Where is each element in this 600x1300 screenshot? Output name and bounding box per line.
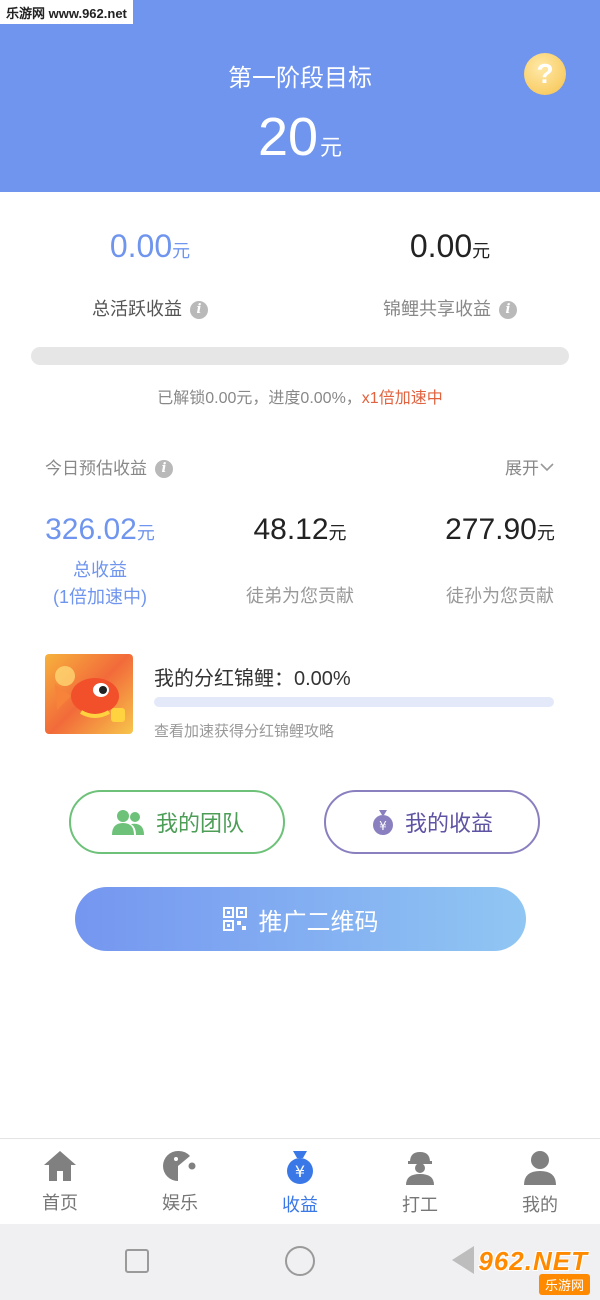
- total-earnings-label: 总收益: [73, 560, 127, 580]
- expand-label: 展开: [505, 459, 539, 478]
- active-earnings-label: 总活跃收益: [92, 299, 182, 319]
- tab-entertainment-label: 娱乐: [162, 1193, 198, 1213]
- today-estimate-label-row[interactable]: 今日预估收益 i: [45, 454, 173, 479]
- koi-fish-image[interactable]: [45, 654, 133, 734]
- money-bag-icon: ¥: [372, 810, 393, 835]
- tab-earnings[interactable]: ¥ 收益: [240, 1139, 360, 1224]
- grand-apprentice-earnings-amount: 277.90元: [400, 513, 600, 547]
- expand-toggle[interactable]: 展开: [505, 454, 555, 479]
- active-earnings-unit: 元: [172, 241, 191, 261]
- stage-goal-amount: 20元: [0, 106, 600, 168]
- total-earnings-value: 326.02: [45, 513, 137, 546]
- promote-qr-button[interactable]: 推广二维码: [75, 887, 526, 951]
- boost-multiplier-label: (1倍加速中): [53, 587, 147, 607]
- grand-apprentice-contribution-label: 徒孙为您贡献: [446, 586, 554, 606]
- today-estimate-label: 今日预估收益: [45, 459, 147, 478]
- total-earnings-unit: 元: [136, 523, 155, 543]
- my-earnings-button[interactable]: ¥ 我的收益: [324, 790, 540, 854]
- tab-entertainment[interactable]: 娱乐: [120, 1139, 240, 1224]
- apprentice-earnings-unit: 元: [328, 523, 347, 543]
- user-icon: [524, 1151, 556, 1185]
- home-button[interactable]: [285, 1246, 315, 1276]
- koi-fish-icon: [55, 666, 125, 722]
- my-team-label: 我的团队: [155, 811, 244, 836]
- my-team-button[interactable]: 我的团队: [69, 790, 285, 854]
- apprentice-earnings-amount: 48.12元: [200, 513, 400, 547]
- koi-strategy-link[interactable]: 查看加速获得分红锦鲤攻略: [154, 720, 334, 741]
- header-banner: 第一阶段目标 20元 ?: [0, 0, 600, 192]
- info-icon[interactable]: i: [499, 301, 517, 319]
- apprentice-contribution-label: 徒弟为您贡献: [246, 586, 354, 606]
- watermark: 乐游网 www.962.net: [0, 0, 133, 24]
- recent-apps-button[interactable]: [125, 1249, 149, 1273]
- apprentice-earnings-value: 48.12: [253, 513, 329, 546]
- site-logo: 962.NET 乐游网: [462, 1246, 596, 1295]
- active-earnings-value: 0.00: [109, 228, 173, 264]
- active-earnings-label-row[interactable]: 总活跃收益 i: [0, 295, 300, 321]
- koi-progress-bar: [154, 697, 554, 707]
- chevron-down-icon: [540, 463, 554, 472]
- svg-text:¥: ¥: [295, 1162, 305, 1181]
- koi-share-label: 锦鲤共享收益: [383, 299, 491, 319]
- money-bag-icon: ¥: [287, 1151, 313, 1184]
- unlock-progress-status: 已解锁0.00元，进度0.00%，: [157, 390, 362, 407]
- team-icon: [111, 810, 144, 835]
- tab-work[interactable]: 打工: [360, 1139, 480, 1224]
- promote-qr-label: 推广二维码: [258, 908, 379, 936]
- tab-profile[interactable]: 我的: [480, 1139, 600, 1224]
- site-logo-main: 962.NET: [478, 1246, 588, 1276]
- stage-goal-title: 第一阶段目标: [228, 65, 372, 92]
- tab-home[interactable]: 首页: [0, 1139, 120, 1224]
- koi-share-value: 0.00: [409, 228, 473, 264]
- game-icon: [163, 1150, 196, 1181]
- koi-share-unit: 元: [472, 241, 491, 261]
- tab-profile-label: 我的: [522, 1195, 558, 1215]
- koi-share-label-row[interactable]: 锦鲤共享收益 i: [300, 295, 600, 321]
- home-icon: [44, 1151, 76, 1181]
- svg-text:¥: ¥: [379, 819, 387, 833]
- active-earnings-amount: 0.00元: [0, 228, 300, 265]
- grand-apprentice-earnings-value: 277.90: [445, 513, 537, 546]
- tab-home-label: 首页: [42, 1193, 78, 1213]
- info-icon[interactable]: i: [155, 460, 173, 478]
- worker-icon: [406, 1152, 434, 1185]
- boost-status: x1倍加速中: [361, 390, 443, 407]
- tab-earnings-label: 收益: [282, 1195, 318, 1215]
- help-icon[interactable]: ?: [524, 53, 566, 95]
- unlock-progress-text: 已解锁0.00元，进度0.00%，x1倍加速中: [0, 384, 600, 408]
- koi-dividend-title: 我的分红锦鲤：0.00%: [154, 668, 351, 690]
- stage-goal-value: 20: [257, 107, 319, 167]
- koi-share-amount: 0.00元: [300, 228, 600, 265]
- bottom-tab-bar: 首页 娱乐 ¥ 收益 打工 我的: [0, 1138, 600, 1224]
- info-icon[interactable]: i: [190, 301, 208, 319]
- total-earnings-amount: 326.02元: [0, 513, 200, 547]
- grand-apprentice-earnings-unit: 元: [536, 523, 555, 543]
- site-logo-sub: 乐游网: [538, 1274, 590, 1295]
- tab-work-label: 打工: [402, 1195, 438, 1215]
- my-earnings-label: 我的收益: [404, 811, 493, 836]
- unlock-progress-bar: [31, 347, 569, 365]
- qr-code-icon: [222, 907, 247, 931]
- stage-goal-unit: 元: [320, 135, 343, 160]
